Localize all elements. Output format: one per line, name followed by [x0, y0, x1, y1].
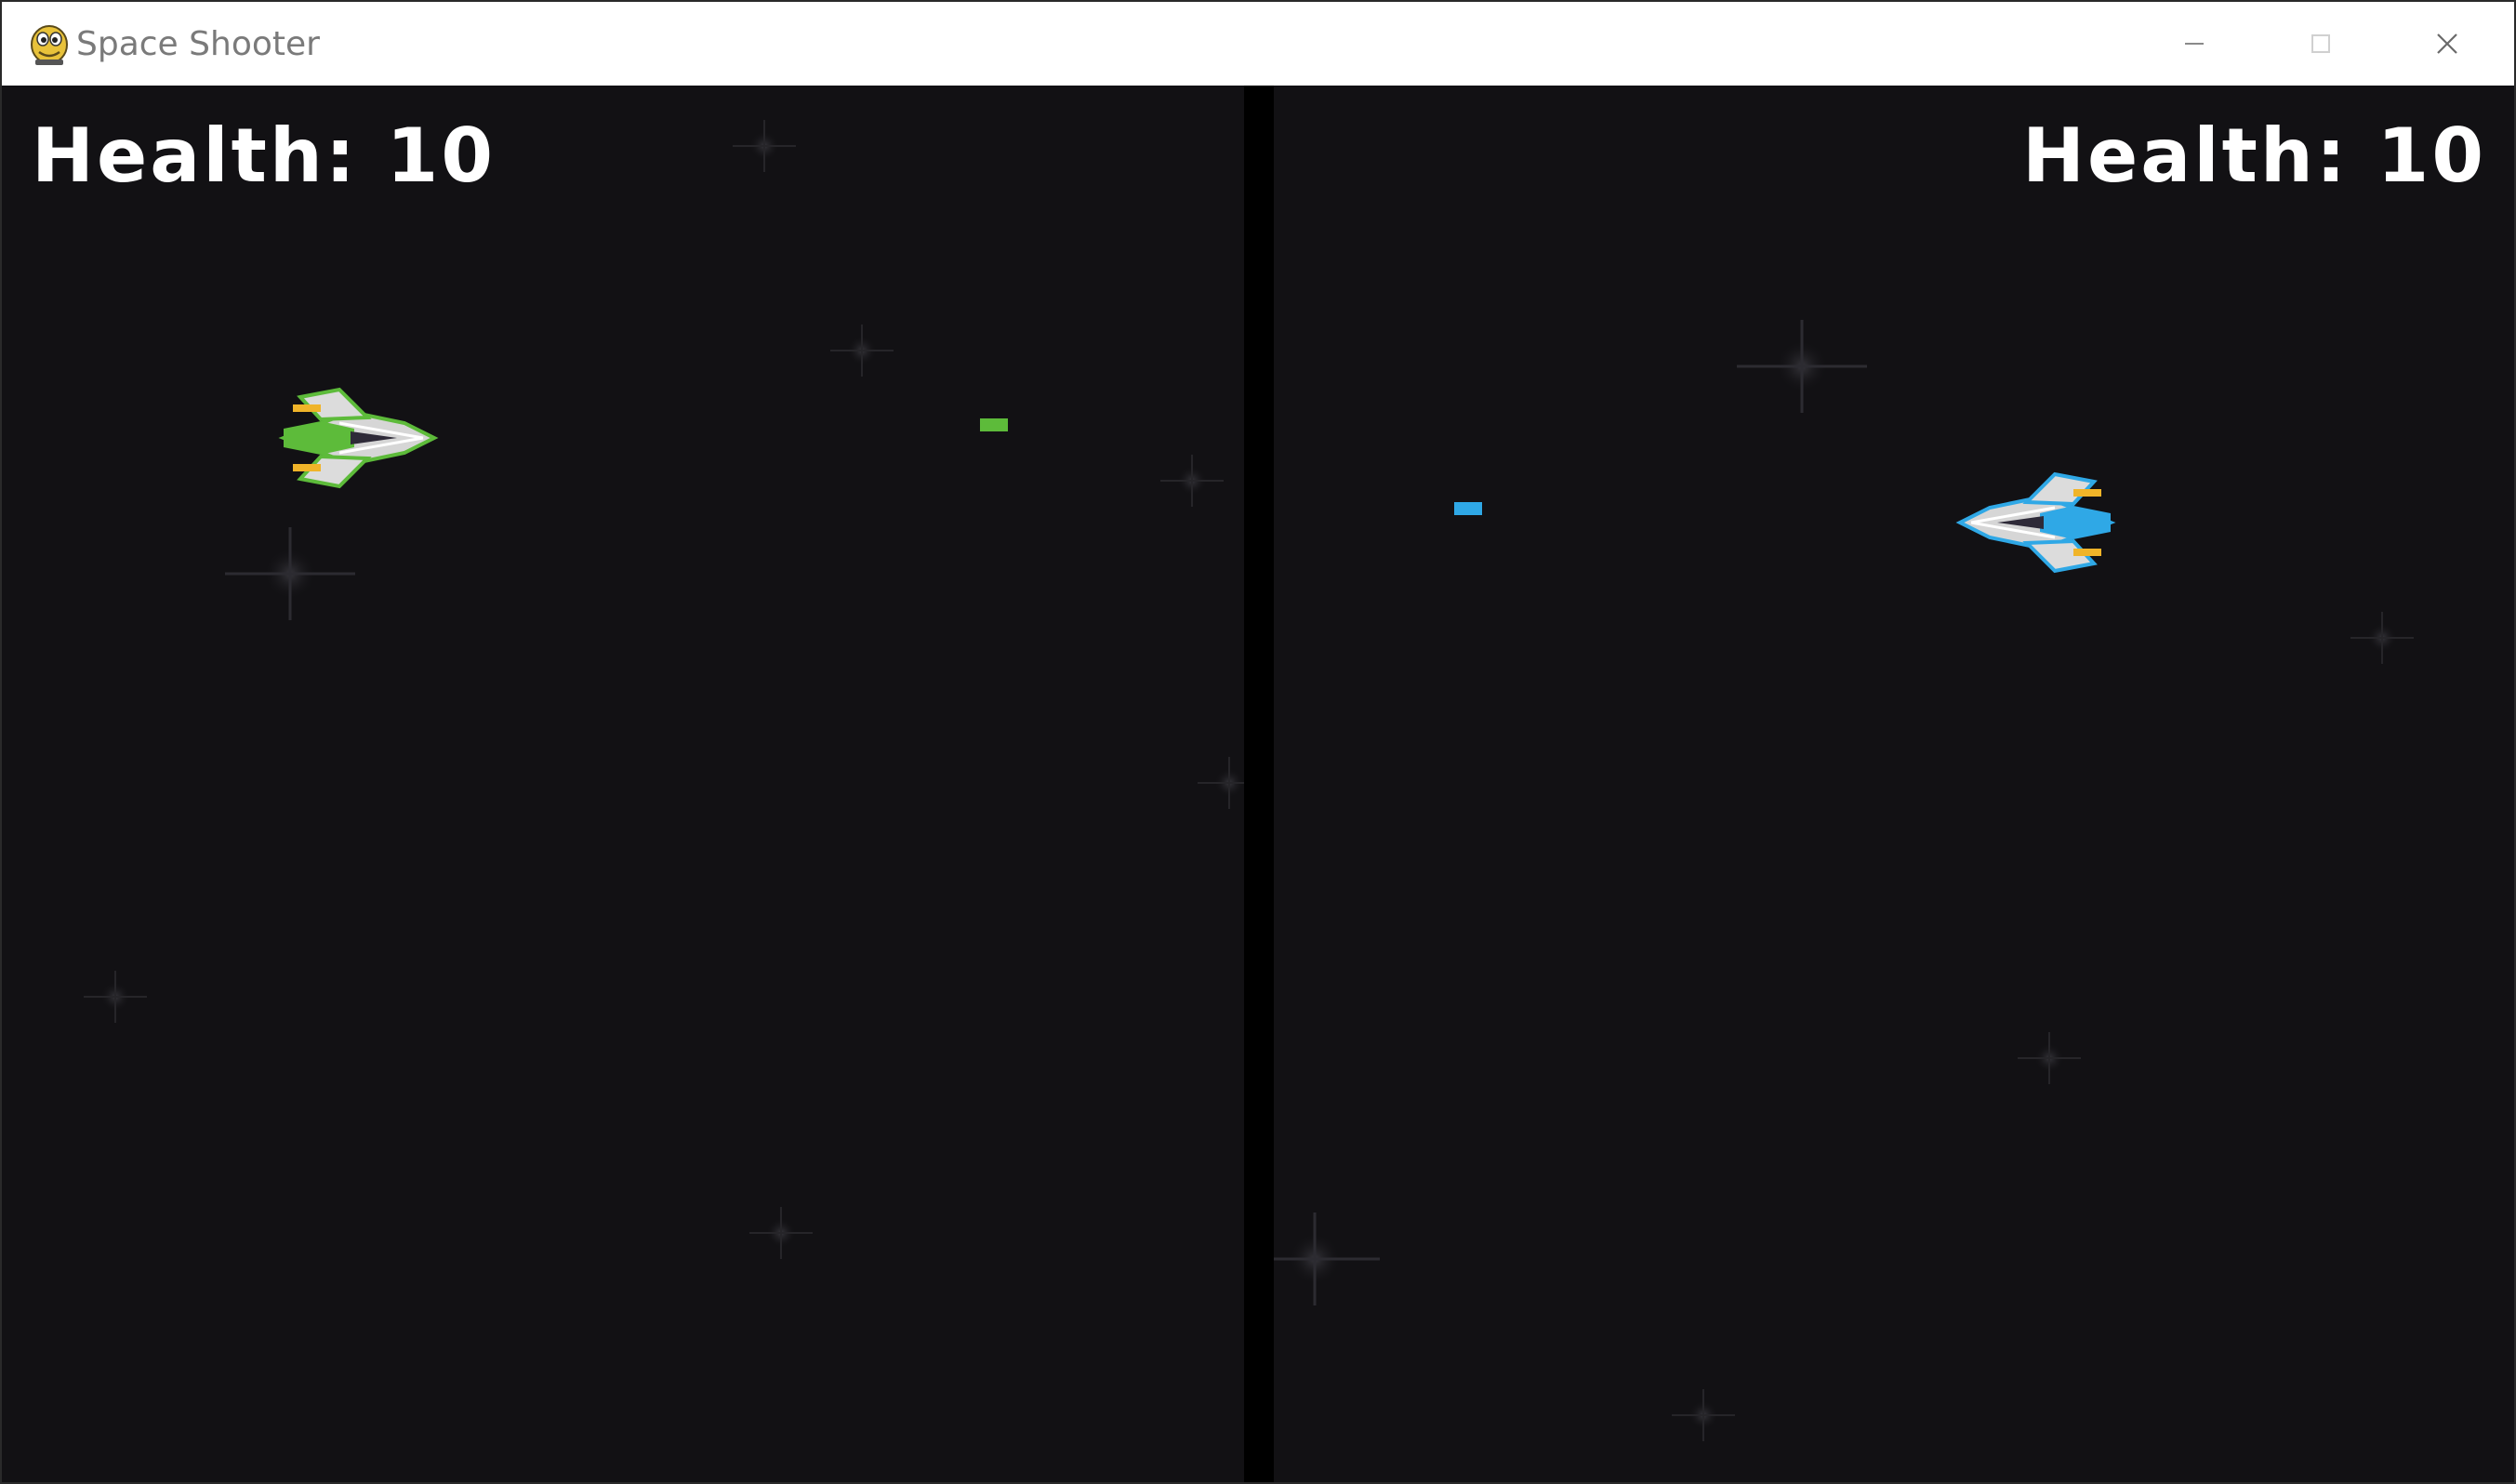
window-title: Space Shooter — [76, 25, 320, 63]
green-spaceship — [278, 387, 439, 489]
right-health-label: Health: 10 — [2022, 113, 2486, 199]
star — [1159, 454, 1225, 508]
maximize-icon — [2311, 34, 2330, 53]
pygame-snake-icon — [31, 25, 68, 65]
close-button[interactable] — [2384, 2, 2510, 86]
maximize-button[interactable] — [2258, 2, 2384, 86]
left-health-label: Health: 10 — [32, 113, 496, 199]
minimize-button[interactable] — [2131, 2, 2258, 86]
star — [732, 119, 797, 173]
star — [829, 324, 894, 378]
center-divider — [1244, 86, 1274, 1482]
close-icon — [2437, 33, 2457, 54]
star — [223, 525, 357, 622]
game-canvas[interactable]: Health: 10 Health: 10 — [2, 86, 2514, 1482]
green-bullet — [980, 418, 1008, 431]
game-playfield — [83, 86, 2415, 1482]
star — [1671, 1388, 1736, 1442]
star — [83, 970, 148, 1024]
star — [2350, 611, 2415, 665]
title-bar[interactable]: Space Shooter — [2, 2, 2514, 86]
blue-spaceship — [1955, 471, 2116, 574]
game-window: Space Shooter Health: 10 Health: 10 — [0, 0, 2516, 1484]
star — [748, 1206, 814, 1260]
blue-bullet — [1454, 502, 1482, 515]
minimize-icon — [2185, 43, 2204, 45]
star — [1735, 318, 1869, 415]
star — [2017, 1031, 2082, 1085]
